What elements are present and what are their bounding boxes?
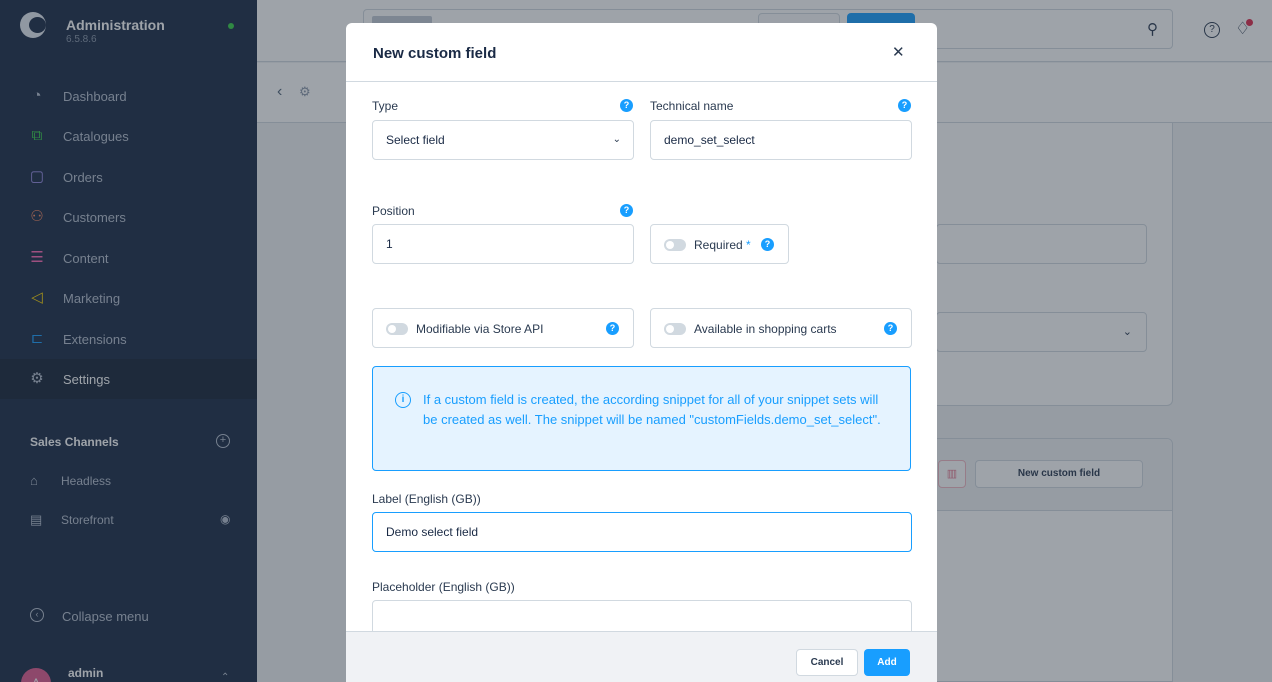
help-icon[interactable]: ? (761, 238, 774, 251)
technical-name-value: demo_set_select (664, 133, 755, 147)
label-field-value: Demo select field (386, 525, 479, 539)
required-toggle[interactable]: Required * ? (650, 224, 789, 264)
modifiable-toggle[interactable]: Modifiable via Store API ? (372, 308, 634, 348)
position-label: Position (372, 204, 415, 218)
type-select-value: Select field (386, 133, 445, 147)
info-alert: i If a custom field is created, the acco… (372, 366, 911, 471)
help-icon[interactable]: ? (884, 322, 897, 335)
shopping-carts-switch[interactable] (664, 323, 686, 335)
required-label: Required * (694, 238, 751, 252)
info-icon: i (395, 392, 411, 408)
help-icon[interactable]: ? (606, 322, 619, 335)
technical-name-field[interactable]: demo_set_select (650, 120, 912, 160)
technical-name-label: Technical name (650, 99, 734, 113)
shopping-carts-label: Available in shopping carts (694, 322, 837, 336)
placeholder-field-label: Placeholder (English (GB)) (372, 580, 515, 594)
type-select[interactable]: Select field ⌄ (372, 120, 634, 160)
add-button[interactable]: Add (864, 649, 910, 676)
required-asterisk: * (746, 238, 751, 252)
label-field[interactable]: Demo select field (372, 512, 912, 552)
cancel-button[interactable]: Cancel (796, 649, 858, 676)
help-icon[interactable]: ? (620, 99, 633, 112)
modal-header: New custom field ✕ (346, 23, 937, 82)
modal-title: New custom field (373, 45, 497, 62)
close-icon[interactable]: ✕ (892, 43, 905, 61)
position-value: 1 (386, 237, 393, 251)
position-field[interactable]: 1 (372, 224, 634, 264)
shopping-carts-toggle[interactable]: Available in shopping carts ? (650, 308, 912, 348)
help-icon[interactable]: ? (898, 99, 911, 112)
chevron-down-icon: ⌄ (612, 134, 621, 145)
label-field-label: Label (English (GB)) (372, 492, 481, 506)
modifiable-switch[interactable] (386, 323, 408, 335)
modifiable-label: Modifiable via Store API (416, 322, 544, 336)
help-icon[interactable]: ? (620, 204, 633, 217)
alert-text: If a custom field is created, the accord… (423, 392, 881, 427)
modal-footer: Cancel Add (346, 631, 937, 682)
required-switch[interactable] (664, 239, 686, 251)
new-custom-field-modal: New custom field ✕ Type ? Select field ⌄… (346, 23, 937, 682)
required-text: Required (694, 238, 743, 252)
type-label: Type (372, 99, 399, 113)
